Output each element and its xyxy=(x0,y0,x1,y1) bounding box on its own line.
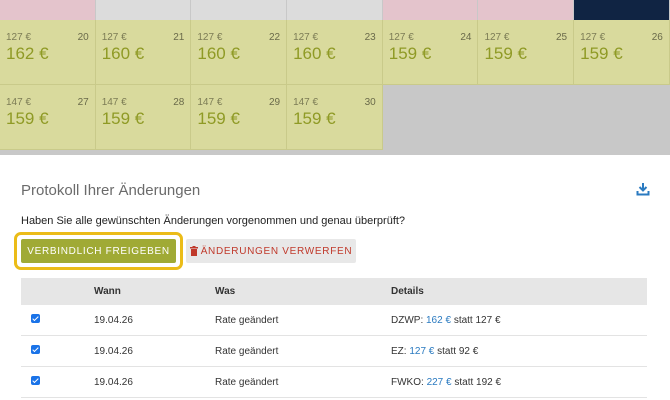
new-price: 159 € xyxy=(6,109,49,128)
row-action: Rate geändert xyxy=(215,314,279,326)
table-row: 19.04.26 Rate geändert EZ: 127 € statt 92 … xyxy=(21,336,647,367)
row-checkbox[interactable] xyxy=(31,345,40,354)
calendar-header-cell xyxy=(0,0,96,25)
new-price-link[interactable]: 227 € xyxy=(427,377,452,388)
new-price: 159 € xyxy=(484,44,527,63)
rate-code: DZWP: xyxy=(391,314,424,326)
new-price: 160 € xyxy=(101,44,145,63)
previous-price: statt 92 € xyxy=(437,345,479,357)
new-price: 159 € xyxy=(388,44,432,63)
day-number: 26 xyxy=(651,32,663,43)
download-icon[interactable] xyxy=(636,182,650,196)
calendar-day-cell[interactable]: 147 € 29 159 € xyxy=(191,85,288,150)
new-price-link[interactable]: 127 € xyxy=(409,346,434,357)
row-action: Rate geändert xyxy=(215,376,279,388)
day-number: 22 xyxy=(268,32,281,43)
row-date: 19.04.26 xyxy=(94,314,133,326)
discard-label: ÄNDERUNGEN VERWERFEN xyxy=(200,245,353,257)
calendar-header-cell xyxy=(95,0,192,25)
original-price: 127 € xyxy=(293,32,319,43)
change-log-section: Protokoll Ihrer Änderungen Haben Sie all… xyxy=(0,155,670,400)
day-number: 25 xyxy=(556,32,568,43)
calendar-header-cell xyxy=(478,0,575,20)
day-number: 20 xyxy=(77,32,89,43)
new-price: 160 € xyxy=(293,44,336,63)
original-price: 127 € xyxy=(6,32,32,43)
previous-price: statt 127 € xyxy=(453,314,501,326)
calendar-day-cell[interactable]: 127 € 26 159 € xyxy=(574,20,670,85)
row-checkbox[interactable] xyxy=(31,376,40,385)
calendar-header-row xyxy=(0,0,670,25)
original-price: 147 € xyxy=(197,97,223,108)
rate-code: EZ: xyxy=(391,345,407,357)
previous-price: statt 192 € xyxy=(454,376,502,388)
day-number: 27 xyxy=(77,97,89,108)
calendar-day-cell[interactable]: 147 € 30 159 € xyxy=(287,85,383,150)
row-details: FWKO: 227 € statt 192 € xyxy=(391,377,647,388)
new-price: 160 € xyxy=(197,44,240,63)
original-price: 127 € xyxy=(580,32,606,43)
calendar-header-cell xyxy=(287,0,383,25)
new-price: 162 € xyxy=(6,44,49,63)
new-price: 159 € xyxy=(293,109,336,128)
original-price: 147 € xyxy=(293,97,319,108)
calendar-day-cell[interactable]: 127 € 24 159 € xyxy=(382,20,479,85)
row-date: 19.04.26 xyxy=(94,345,133,357)
calendar-day-cell[interactable]: 127 € 23 160 € xyxy=(287,20,383,85)
row-checkbox[interactable] xyxy=(31,314,40,323)
day-number: 23 xyxy=(364,32,376,43)
new-price: 159 € xyxy=(580,44,623,63)
original-price: 147 € xyxy=(101,97,127,108)
table-row: 19.04.26 Rate geändert FWKO: 227 € statt 1… xyxy=(21,367,647,398)
col-details-header: Details xyxy=(391,286,424,297)
new-price: 159 € xyxy=(101,109,145,128)
row-date: 19.04.26 xyxy=(94,376,133,388)
calendar-day-cell[interactable]: 147 € 27 159 € xyxy=(0,85,96,150)
row-details: EZ: 127 € statt 92 € xyxy=(391,346,647,357)
calendar-grid: 127 €20 162 €127 €21 160 €127 €22 160 €127 … xyxy=(0,0,670,155)
calendar-header-cell xyxy=(574,0,670,20)
new-price-link[interactable]: 162 € xyxy=(426,315,451,326)
calendar-day-cell[interactable]: 147 € 28 159 € xyxy=(95,85,192,150)
rate-code: FWKO: xyxy=(391,376,424,388)
calendar-week-row: 127 €20 162 €127 €21 160 €127 €22 160 €127 … xyxy=(0,20,670,85)
confirmation-question: Haben Sie alle gewünschten Änderungen vo… xyxy=(21,215,406,227)
original-price: 127 € xyxy=(197,32,223,43)
calendar-day-cell[interactable]: 127 € 21 160 € xyxy=(95,20,192,85)
day-number: 21 xyxy=(173,32,185,43)
calendar-header-cell xyxy=(191,0,288,25)
col-when-header: Wann xyxy=(94,286,121,297)
calendar-day-cell[interactable]: 127 € 20 162 € xyxy=(0,20,96,85)
table-body: 19.04.26 Rate geändert DZWP: 162 € statt 1… xyxy=(21,305,647,398)
calendar-week-row: 147 €27 159 €147 €28 159 €147 €29 159 €147 … xyxy=(0,85,383,150)
discard-button[interactable]: ÄNDERUNGEN VERWERFEN xyxy=(186,239,356,263)
original-price: 127 € xyxy=(484,32,510,43)
day-number: 29 xyxy=(268,97,281,108)
new-price: 159 € xyxy=(197,109,240,128)
change-log-table: Wann Was Details 19.04.26 Rate geändert DZ… xyxy=(21,278,647,398)
table-row: 19.04.26 Rate geändert DZWP: 162 € statt 1… xyxy=(21,305,647,336)
original-price: 147 € xyxy=(6,97,32,108)
trash-icon xyxy=(189,246,198,256)
original-price: 127 € xyxy=(101,32,127,43)
table-header: Wann Was Details xyxy=(21,278,647,305)
day-number: 28 xyxy=(173,97,185,108)
row-details: DZWP: 162 € statt 127 € xyxy=(391,315,647,326)
day-number: 30 xyxy=(364,97,376,108)
approve-button[interactable]: VERBINDLICH FREIGEBEN xyxy=(21,239,176,263)
day-number: 24 xyxy=(460,32,472,43)
calendar-day-cell[interactable]: 127 € 25 159 € xyxy=(478,20,575,85)
calendar-day-cell[interactable]: 127 € 22 160 € xyxy=(191,20,288,85)
row-action: Rate geändert xyxy=(215,345,279,357)
col-what-header: Was xyxy=(215,286,236,297)
page-title: Protokoll Ihrer Änderungen xyxy=(21,182,201,199)
calendar-header-cell xyxy=(382,0,479,20)
original-price: 127 € xyxy=(388,32,414,43)
